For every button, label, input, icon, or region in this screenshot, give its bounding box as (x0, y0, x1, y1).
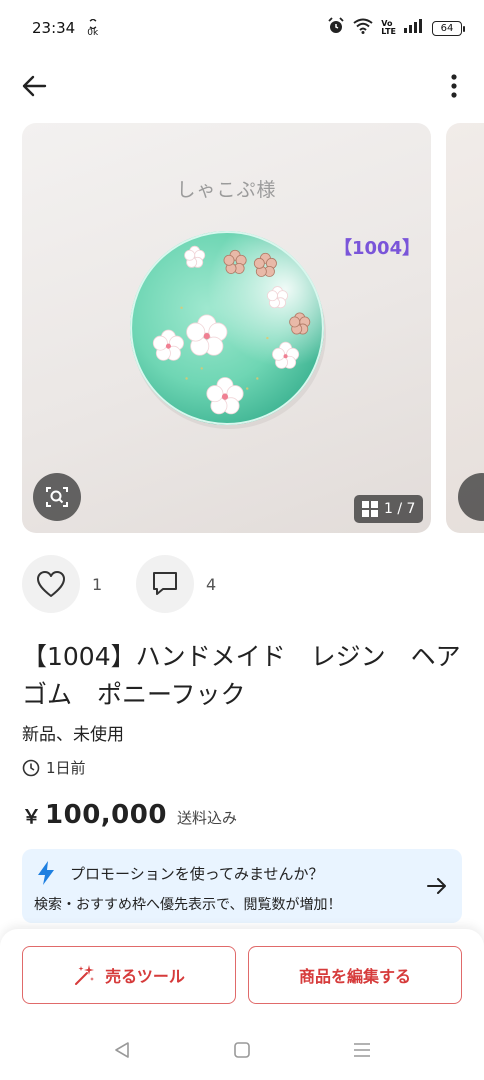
nav-home-button[interactable] (232, 1040, 252, 1060)
sell-tools-button[interactable]: 売るツール (22, 946, 236, 1004)
triangle-back-icon (115, 1042, 129, 1058)
more-vertical-icon (451, 74, 457, 98)
listed-time-text: 1日前 (46, 759, 86, 777)
resin-hair-tie-illustration (130, 231, 326, 429)
product-image[interactable]: しゃこぷ様 【1004】 1 / 7 (22, 123, 431, 533)
like-button[interactable] (22, 555, 80, 613)
product-condition: 新品、未使用 (22, 725, 124, 745)
signal-icon (404, 19, 424, 37)
comment-count: 4 (206, 574, 217, 594)
promotion-banner[interactable]: プロモーションを使ってみませんか？ 検索・おすすめ枠へ優先表示で、閲覧数が増加！ (22, 849, 462, 923)
wifi-icon (353, 18, 373, 38)
app-bar (0, 56, 484, 116)
more-menu-button[interactable] (442, 68, 466, 104)
square-home-icon (234, 1042, 250, 1058)
sell-tools-label: 売るツール (105, 967, 185, 986)
menu-lines-icon (354, 1043, 370, 1057)
price-currency: ￥ (22, 806, 42, 828)
price-value: 100,000 (45, 800, 167, 830)
reactions-row: 1 4 (22, 555, 236, 613)
edit-item-label: 商品を編集する (298, 967, 411, 986)
volte-icon: Vo LTE (381, 19, 396, 36)
sparkle-wand-icon (75, 965, 95, 985)
comment-icon (153, 572, 177, 595)
lens-search-icon (46, 487, 68, 507)
shipping-note: 送料込み (176, 809, 237, 827)
lightning-icon (38, 861, 54, 885)
promotion-description: 検索・おすすめ枠へ優先表示で、閲覧数が増加！ (34, 897, 342, 913)
status-time: 23:34 (32, 19, 76, 37)
comment-button[interactable] (136, 555, 194, 613)
edit-item-button[interactable]: 商品を編集する (248, 946, 462, 1004)
system-nav-bar (0, 1028, 484, 1072)
image-watermark: しゃこぷ様 (176, 179, 277, 201)
arrow-right-icon (427, 878, 446, 894)
battery-icon: 64 (432, 20, 465, 36)
nav-recents-button[interactable] (352, 1040, 372, 1060)
back-button[interactable] (16, 68, 52, 104)
image-page-counter: 1 / 7 (354, 495, 424, 523)
alarm-icon (327, 17, 345, 39)
nav-back-button[interactable] (112, 1040, 132, 1060)
data-speed-icon: 0k (87, 18, 98, 38)
next-image-search-button[interactable] (458, 473, 484, 521)
product-title: 【1004】ハンドメイド レジン ヘアゴム ポニーフック (22, 642, 461, 709)
image-search-button[interactable] (33, 473, 81, 521)
image-carousel[interactable]: しゃこぷ様 【1004】 1 / 7 (0, 123, 484, 533)
arrow-left-icon (22, 75, 47, 97)
clock-icon (22, 759, 40, 776)
page-counter-text: 1 / 7 (384, 501, 416, 517)
status-bar: 23:34 0k Vo LTE 64 (0, 0, 484, 56)
grid-icon (362, 501, 378, 517)
listed-time: 1日前 (22, 757, 86, 778)
heart-icon (37, 571, 65, 597)
next-image-preview[interactable] (446, 123, 484, 533)
price-row: ￥ 100,000 送料込み (22, 800, 237, 830)
like-count: 1 (92, 574, 103, 594)
promotion-title: プロモーションを使ってみませんか？ (70, 865, 324, 883)
image-code-label: 【1004】 (334, 238, 421, 259)
